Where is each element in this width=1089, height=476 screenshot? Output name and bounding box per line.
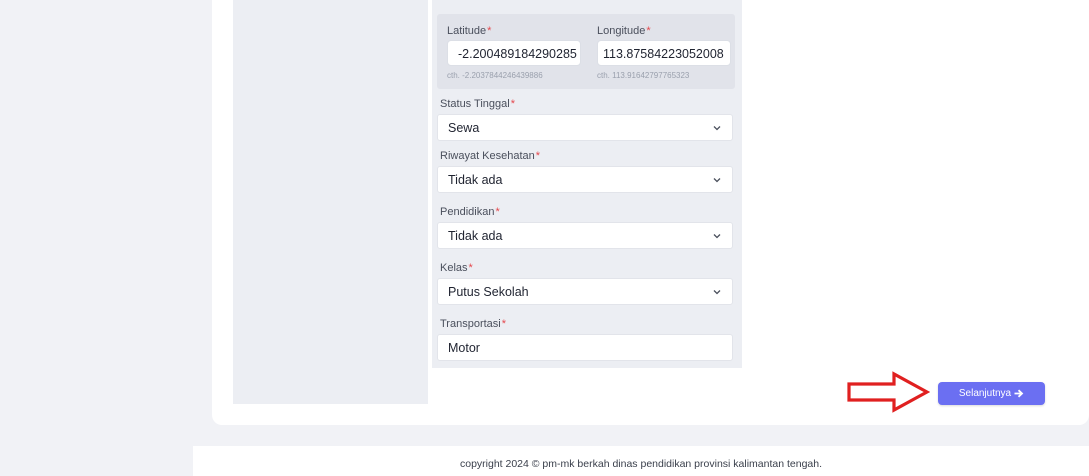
riwayat-kesehatan-select[interactable]: Tidak ada [437, 166, 733, 193]
kelas-select[interactable]: Putus Sekolah [437, 278, 733, 305]
kelas-label: Kelas* [440, 262, 473, 274]
pendidikan-value: Tidak ada [448, 229, 503, 243]
chevron-down-icon [713, 290, 721, 295]
transportasi-input[interactable]: Motor [437, 334, 733, 361]
longitude-hint: cth. 113.91642797765323 [597, 71, 690, 80]
red-outline-arrow-icon [847, 371, 930, 413]
transportasi-value: Motor [448, 341, 480, 355]
left-panel [233, 0, 428, 404]
chevron-down-icon [713, 178, 721, 183]
required-mark: * [495, 206, 500, 218]
latitude-label: Latitude* [447, 25, 492, 37]
required-mark: * [501, 318, 507, 330]
coordinates-group: Latitude* -2.200489184290285 cth. -2.203… [437, 14, 735, 89]
next-button[interactable]: Selanjutnya [938, 382, 1045, 405]
chevron-down-icon [713, 234, 721, 239]
required-mark: * [468, 262, 473, 274]
longitude-label: Longitude* [597, 25, 651, 37]
latitude-hint: cth. -2.2037844246439886 [447, 71, 543, 80]
pendidikan-select[interactable]: Tidak ada [437, 222, 733, 249]
status-tinggal-value: Sewa [448, 121, 480, 135]
arrow-right-icon [1014, 389, 1024, 398]
riwayat-kesehatan-value: Tidak ada [448, 173, 503, 187]
status-tinggal-select[interactable]: Sewa [437, 114, 733, 141]
latitude-input[interactable]: -2.200489184290285 [447, 40, 581, 66]
riwayat-kesehatan-label: Riwayat Kesehatan* [440, 150, 541, 162]
kelas-value: Putus Sekolah [448, 285, 529, 299]
required-mark: * [510, 98, 515, 110]
transportasi-label: Transportasi* [440, 318, 507, 330]
pendidikan-label: Pendidikan* [440, 206, 500, 218]
status-tinggal-label: Status Tinggal* [440, 98, 515, 110]
next-button-label: Selanjutnya [958, 388, 1012, 399]
footer-copyright: copyright 2024 © pm-mk berkah dinas pend… [459, 458, 823, 470]
required-mark: * [487, 25, 492, 37]
chevron-down-icon [713, 126, 721, 131]
longitude-input[interactable]: 113.87584223052008 [597, 40, 731, 66]
required-mark: * [535, 150, 541, 162]
footer: copyright 2024 © pm-mk berkah dinas pend… [193, 446, 1089, 476]
required-mark: * [646, 25, 651, 37]
